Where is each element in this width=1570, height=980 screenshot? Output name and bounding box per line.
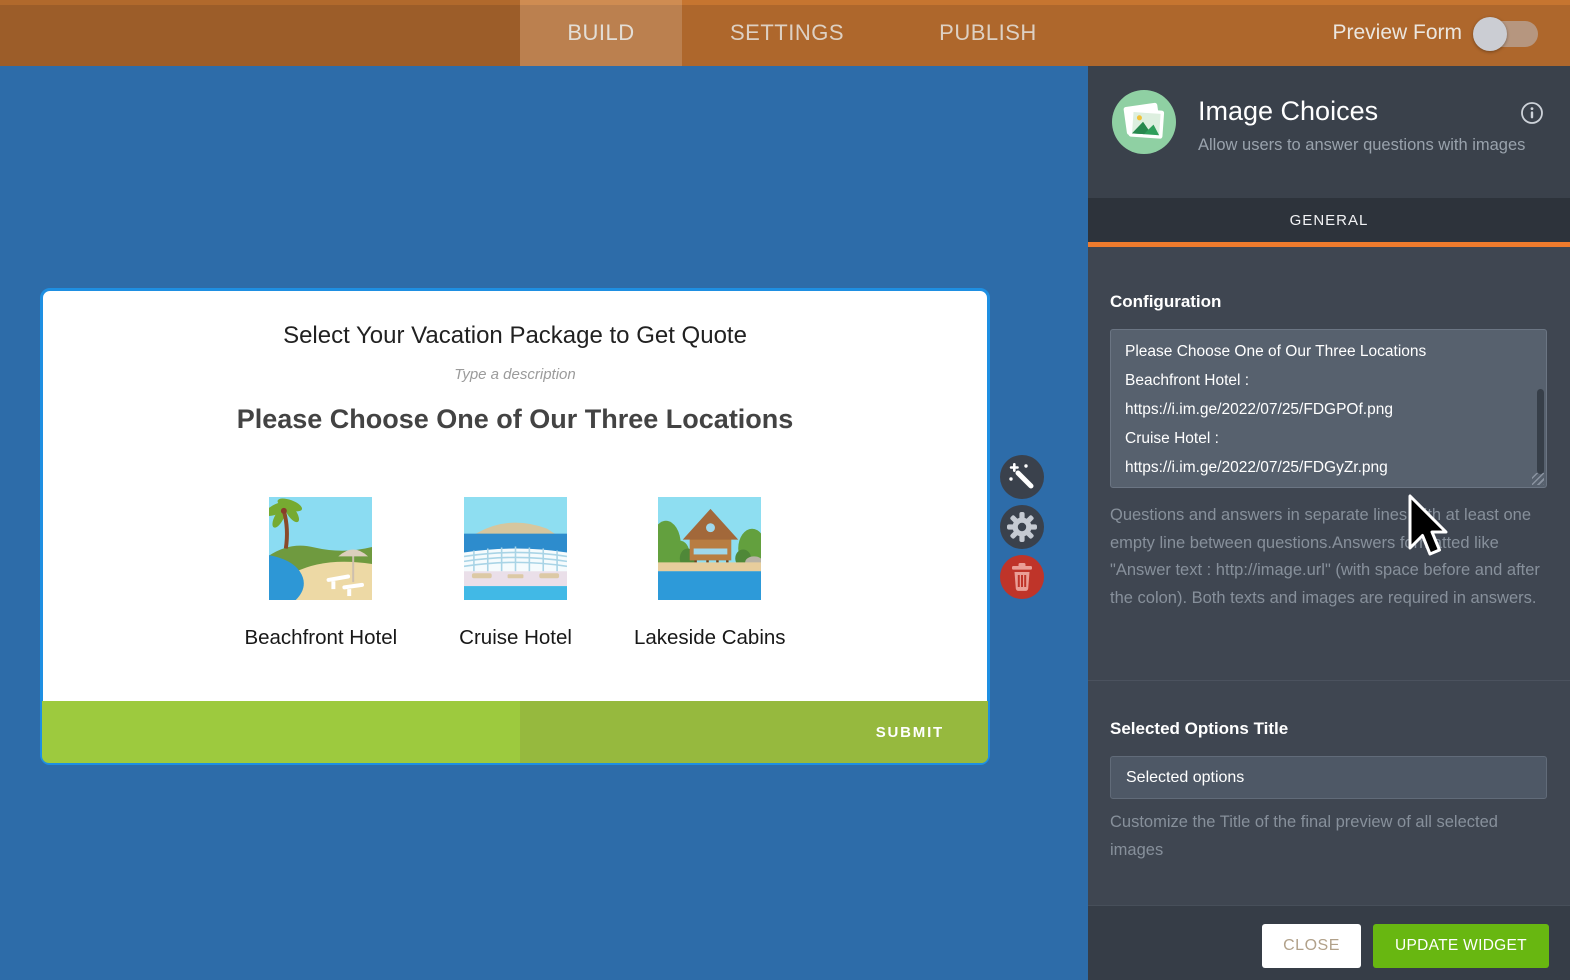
option-label: Cruise Hotel	[459, 626, 572, 650]
image-choices-photo-icon	[1112, 90, 1176, 159]
panel-header: Image Choices Allow users to answer ques…	[1088, 66, 1570, 198]
configuration-textarea[interactable]: Please Choose One of Our Three Locations…	[1110, 329, 1547, 488]
section-divider	[1088, 680, 1570, 681]
form-title[interactable]: Select Your Vacation Package to Get Quot…	[43, 322, 987, 350]
trash-icon	[1000, 555, 1044, 599]
preview-form-toggle[interactable]	[1476, 21, 1538, 47]
tab-build[interactable]: BUILD	[520, 0, 682, 66]
magic-wand-button[interactable]	[1000, 455, 1044, 499]
delete-widget-button[interactable]	[1000, 555, 1044, 599]
topbar-dim-overlay	[0, 0, 520, 66]
toggle-knob[interactable]	[1473, 17, 1507, 51]
beachfront-illustration	[269, 497, 372, 600]
option-beachfront-hotel[interactable]: Beachfront Hotel	[244, 497, 397, 650]
option-lakeside-cabins[interactable]: Lakeside Cabins	[634, 497, 786, 650]
option-cruise-hotel[interactable]: Cruise Hotel	[459, 497, 572, 650]
tab-general[interactable]: GENERAL	[1088, 198, 1570, 242]
info-icon[interactable]	[1520, 101, 1544, 130]
close-button[interactable]: CLOSE	[1262, 924, 1361, 968]
submit-button-label: SUBMIT	[876, 701, 944, 763]
option-label: Beachfront Hotel	[244, 626, 397, 650]
widget-settings-button[interactable]	[1000, 505, 1044, 549]
form-description-placeholder[interactable]: Type a description	[43, 366, 987, 383]
app-window: BUILD SETTINGS PUBLISH Preview Form Sele…	[0, 0, 1570, 980]
gear-icon	[1000, 505, 1044, 549]
active-tab-accent-line	[1088, 242, 1570, 247]
configuration-help-text: Questions and answers in separate lines …	[1110, 502, 1548, 612]
widget-subtitle: Allow users to answer questions with ima…	[1198, 136, 1525, 155]
tab-publish[interactable]: PUBLISH	[907, 0, 1069, 66]
panel-footer: CLOSE UPDATE WIDGET	[1088, 905, 1570, 980]
submit-bar: SUBMIT	[42, 701, 988, 763]
top-navigation-bar: BUILD SETTINGS PUBLISH Preview Form	[0, 0, 1570, 66]
update-widget-button[interactable]: UPDATE WIDGET	[1373, 924, 1549, 968]
tab-settings[interactable]: SETTINGS	[706, 0, 868, 66]
magic-wand-icon	[1000, 455, 1044, 499]
widget-settings-panel: Image Choices Allow users to answer ques…	[1088, 66, 1570, 980]
widget-question-label: Please Choose One of Our Three Locations	[43, 404, 987, 435]
selected-options-title-heading: Selected Options Title	[1110, 719, 1288, 739]
selected-options-help-text: Customize the Title of the final preview…	[1110, 809, 1548, 864]
lakeside-illustration	[658, 497, 761, 600]
image-choice-options: Beachfront Hotel	[43, 497, 987, 650]
option-label: Lakeside Cabins	[634, 626, 786, 650]
cruise-illustration	[464, 497, 567, 600]
selected-options-title-input[interactable]	[1110, 756, 1547, 799]
form-card-image-choices-widget[interactable]: Select Your Vacation Package to Get Quot…	[40, 288, 990, 765]
configuration-field-wrap: Please Choose One of Our Three Locations…	[1110, 329, 1547, 488]
configuration-heading: Configuration	[1110, 292, 1221, 312]
widget-title: Image Choices	[1198, 96, 1378, 127]
preview-form-label: Preview Form	[1332, 0, 1462, 66]
